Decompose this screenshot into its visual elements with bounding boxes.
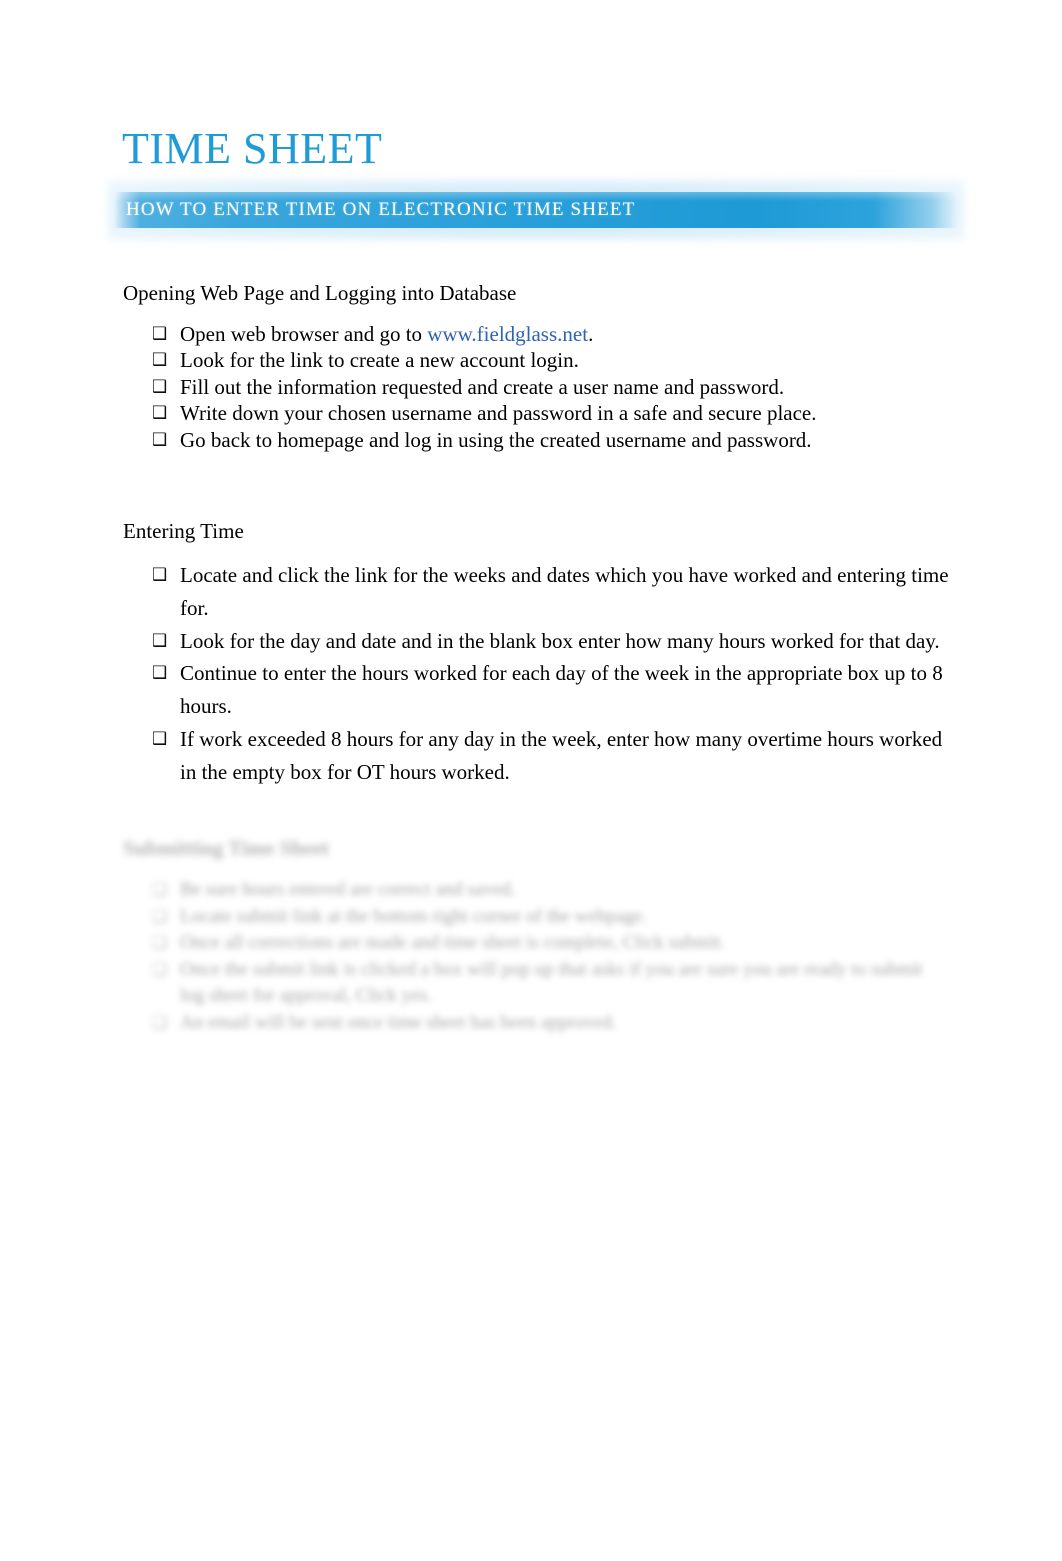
bullet-glyph-icon: ❑ bbox=[152, 880, 168, 900]
list-item: ❑ If work exceeded 8 hours for any day i… bbox=[123, 723, 953, 789]
list-item: ❑ Open web browser and go to www.fieldgl… bbox=[123, 321, 953, 347]
list-item: ❑ Look for the day and date and in the b… bbox=[123, 625, 953, 658]
list-item-text-after: . bbox=[588, 322, 594, 346]
bullet-glyph-icon: ❑ bbox=[152, 959, 168, 980]
section-heading-opening-web-page: Opening Web Page and Logging into Databa… bbox=[123, 281, 517, 305]
list-item: ❑ Be sure hours entered are correct and … bbox=[123, 877, 943, 904]
bullet-list-opening-web-page: ❑ Open web browser and go to www.fieldgl… bbox=[123, 321, 953, 453]
page-title: TIME SHEET bbox=[122, 124, 383, 173]
bullet-glyph-icon: ❑ bbox=[152, 728, 168, 749]
list-item: ❑ Once the submit link is clicked a box … bbox=[123, 957, 943, 1010]
list-item: ❑ Fill out the information requested and… bbox=[123, 374, 953, 400]
bullet-glyph-icon: ❑ bbox=[152, 906, 168, 927]
bullet-glyph-icon: ❑ bbox=[152, 933, 168, 953]
bullet-glyph-icon: ❑ bbox=[152, 1012, 168, 1033]
banner-bar: HOW TO ENTER TIME ON ELECTRONIC TIME SHE… bbox=[114, 192, 958, 228]
fieldglass-link[interactable]: www.fieldglass.net bbox=[427, 322, 588, 346]
list-item-text: If work exceeded 8 hours for any day in … bbox=[180, 726, 943, 784]
bullet-glyph-icon: ❑ bbox=[152, 324, 168, 344]
list-item-text: Open web browser and go to www.fieldglas… bbox=[180, 321, 953, 347]
banner-subtitle-text: HOW TO ENTER TIME ON ELECTRONIC TIME SHE… bbox=[126, 199, 636, 220]
bullet-glyph-icon: ❑ bbox=[152, 663, 168, 684]
list-item: ❑ Continue to enter the hours worked for… bbox=[123, 657, 953, 723]
bullet-glyph-icon: ❑ bbox=[152, 403, 168, 424]
list-item: ❑ An email will be sent once time sheet … bbox=[123, 1010, 943, 1037]
list-item: ❑ Look for the link to create a new acco… bbox=[123, 347, 953, 373]
document-page: TIME SHEET HOW TO ENTER TIME ON ELECTRON… bbox=[0, 0, 1062, 1561]
bullet-glyph-icon: ❑ bbox=[152, 565, 168, 585]
list-item-text: Once all corrections are made and time s… bbox=[180, 932, 726, 953]
section-heading-entering-time: Entering Time bbox=[123, 519, 244, 543]
list-item: ❑ Locate submit link at the bottom right… bbox=[123, 904, 943, 931]
list-item-text: Fill out the information requested and c… bbox=[180, 374, 785, 399]
bullet-glyph-icon: ❑ bbox=[152, 350, 168, 371]
bullet-glyph-icon: ❑ bbox=[152, 630, 168, 651]
list-item-text: Locate and click the link for the weeks … bbox=[180, 563, 949, 620]
section-heading-submitting-time-sheet: Submitting Time Sheet bbox=[123, 836, 329, 860]
subtitle-banner: HOW TO ENTER TIME ON ELECTRONIC TIME SHE… bbox=[108, 180, 964, 240]
list-item-text: Continue to enter the hours worked for e… bbox=[180, 661, 943, 719]
bullet-glyph-icon: ❑ bbox=[152, 429, 168, 450]
list-item-text: Write down your chosen username and pass… bbox=[180, 401, 817, 426]
list-item: ❑ Go back to homepage and log in using t… bbox=[123, 427, 953, 453]
list-item-text-before: Open web browser and go to bbox=[180, 322, 428, 346]
bullet-glyph-icon: ❑ bbox=[152, 376, 168, 397]
list-item-text: Locate submit link at the bottom right c… bbox=[180, 905, 647, 927]
list-item-text: An email will be sent once time sheet ha… bbox=[180, 1011, 617, 1033]
list-item-text: Go back to homepage and log in using the… bbox=[180, 427, 812, 452]
bullet-list-entering-time: ❑ Locate and click the link for the week… bbox=[123, 559, 953, 789]
list-item-text: Be sure hours entered are correct and sa… bbox=[180, 879, 516, 900]
list-item: ❑ Once all corrections are made and time… bbox=[123, 930, 943, 957]
list-item-text: Look for the link to create a new accoun… bbox=[180, 348, 579, 373]
list-item: ❑ Write down your chosen username and pa… bbox=[123, 400, 953, 426]
list-item: ❑ Locate and click the link for the week… bbox=[123, 559, 953, 625]
list-item-text: Look for the day and date and in the bla… bbox=[180, 628, 940, 653]
list-item-text: Once the submit link is clicked a box wi… bbox=[180, 958, 923, 1007]
bullet-list-submitting-time-sheet: ❑ Be sure hours entered are correct and … bbox=[123, 877, 943, 1036]
